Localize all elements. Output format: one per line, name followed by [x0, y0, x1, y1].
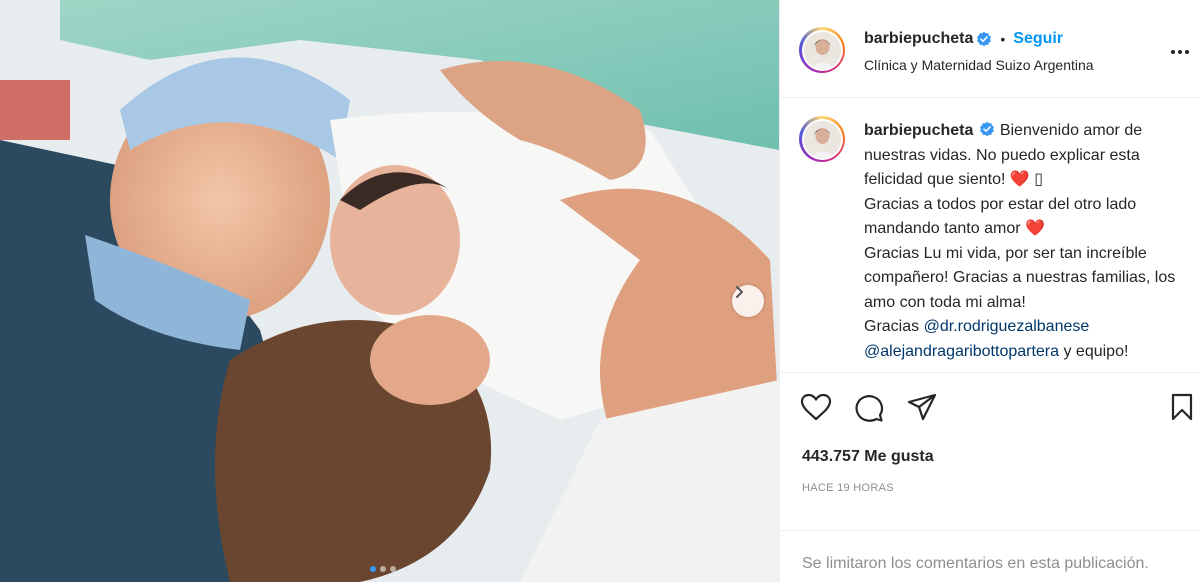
more-options-icon — [1171, 50, 1189, 54]
comment-button[interactable] — [854, 393, 884, 428]
post-timestamp[interactable]: HACE 19 HORAS — [802, 482, 894, 494]
caption-line-2: Gracias a todos por estar del otro lado … — [864, 195, 1137, 238]
share-button[interactable] — [907, 393, 937, 426]
unknown-emoji: ▯ — [1034, 171, 1044, 188]
save-button[interactable] — [1170, 393, 1194, 426]
carousel-dot — [380, 566, 386, 572]
profile-photo — [803, 31, 841, 69]
caption-line-4-prefix: Gracias — [864, 318, 920, 335]
verified-badge-icon — [980, 121, 995, 137]
post-side-panel: barbiepucheta • Seguir Clínica y Materni… — [779, 0, 1200, 582]
caption-line-5-suffix: y equipo! — [1063, 342, 1129, 360]
comments-limited-notice: Se limitaron los comentarios en esta pub… — [802, 555, 1149, 572]
carousel-indicator — [370, 566, 396, 572]
caption-line-3: Gracias Lu mi vida, por ser tan increíbl… — [864, 244, 1176, 311]
post-actions — [780, 372, 1200, 436]
avatar[interactable] — [799, 27, 845, 73]
caption-text: barbiepucheta Bienvenido amor de nuestra… — [864, 119, 1184, 364]
post-media[interactable] — [0, 0, 779, 582]
comment-icon — [855, 395, 884, 422]
chevron-right-icon — [736, 286, 743, 298]
more-options-button[interactable] — [1170, 42, 1190, 60]
heart-emoji: ❤️ — [1009, 171, 1030, 188]
heart-icon — [800, 393, 832, 421]
post-header: barbiepucheta • Seguir Clínica y Materni… — [780, 0, 1200, 98]
separator-dot: • — [1000, 31, 1006, 47]
caption-username[interactable]: barbiepucheta — [864, 122, 973, 139]
post-location[interactable]: Clínica y Maternidad Suizo Argentina — [864, 57, 1094, 73]
caption-section: barbiepucheta Bienvenido amor de nuestra… — [780, 99, 1200, 371]
heart-emoji: ❤️ — [1025, 220, 1045, 237]
bookmark-icon — [1171, 393, 1193, 421]
follow-button[interactable]: Seguir — [1013, 30, 1063, 48]
like-button[interactable] — [800, 393, 832, 426]
caption-avatar[interactable] — [799, 116, 845, 162]
mention-link[interactable]: @dr.rodriguezalbanese — [924, 318, 1090, 335]
verified-badge-icon — [977, 31, 992, 47]
comments-footer: Se limitaron los comentarios en esta pub… — [780, 530, 1200, 582]
paper-plane-icon — [907, 393, 937, 421]
next-photo-button[interactable] — [732, 285, 764, 317]
likes-count[interactable]: 443.757 Me gusta — [802, 448, 934, 466]
profile-photo — [803, 120, 841, 158]
post-author-username[interactable]: barbiepucheta — [864, 30, 973, 48]
carousel-dot — [370, 566, 376, 572]
mention-link[interactable]: @alejandragaribottopartera — [864, 343, 1059, 360]
post-photo — [0, 0, 779, 582]
carousel-dot — [390, 566, 396, 572]
